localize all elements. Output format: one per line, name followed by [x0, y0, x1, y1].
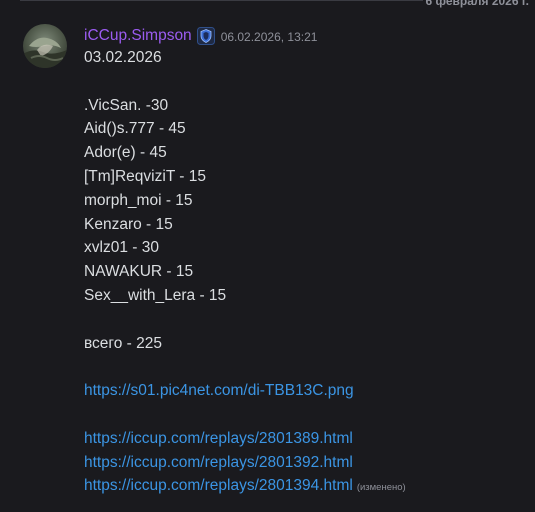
avatar[interactable]: [23, 24, 67, 68]
replay-link-row: https://iccup.com/replays/2801394.html (и…: [84, 474, 524, 498]
chat-view: 6 февраля 2026 г. iCCup.Simpson 06.02.20…: [0, 0, 535, 512]
divider-line: [20, 0, 423, 1]
image-link-row: https://s01.pic4net.com/di-TBB13C.png: [84, 379, 524, 403]
message-line: Ador(e) - 45: [84, 144, 167, 162]
message-line: Kenzaro - 15: [84, 215, 173, 233]
message-line: morph_moi - 15: [84, 191, 193, 209]
message-line: [Tm]ReqviziT - 15: [84, 167, 207, 185]
replay-link[interactable]: https://iccup.com/replays/2801389.html: [84, 430, 353, 447]
message-content: 03.02.2026 .VicSan. -30 Aid()s.777 - 45 Ado…: [84, 46, 524, 498]
message-line: .VicSan. -30: [84, 96, 169, 114]
replay-link-row: https://iccup.com/replays/2801392.html: [84, 451, 524, 475]
avatar-image: [23, 24, 67, 68]
message-line: Sex__with_Lera - 15: [84, 286, 227, 304]
divider-date-label: 6 февраля 2026 г.: [425, 0, 529, 8]
replay-link[interactable]: https://iccup.com/replays/2801394.html: [84, 477, 353, 494]
shield-badge-icon[interactable]: [196, 27, 215, 45]
message-line: всего - 225: [84, 334, 162, 352]
message-line: xvlz01 - 30: [84, 239, 159, 257]
date-divider: 6 февраля 2026 г.: [0, 0, 535, 8]
edited-label: (изменено): [356, 482, 406, 494]
replay-link-row: https://iccup.com/replays/2801389.html: [84, 427, 524, 451]
image-link[interactable]: https://s01.pic4net.com/di-TBB13C.png: [84, 382, 354, 399]
message-line: NAWAKUR - 15: [84, 263, 194, 281]
author-name[interactable]: iCCup.Simpson: [84, 27, 192, 45]
message-timestamp: 06.02.2026, 13:21: [220, 30, 318, 44]
message-line: 03.02.2026: [84, 49, 162, 66]
message-header: iCCup.Simpson 06.02.2026, 13:21: [84, 26, 317, 46]
message-line: Aid()s.777 - 45: [84, 120, 186, 138]
replay-link[interactable]: https://iccup.com/replays/2801392.html: [84, 454, 353, 471]
